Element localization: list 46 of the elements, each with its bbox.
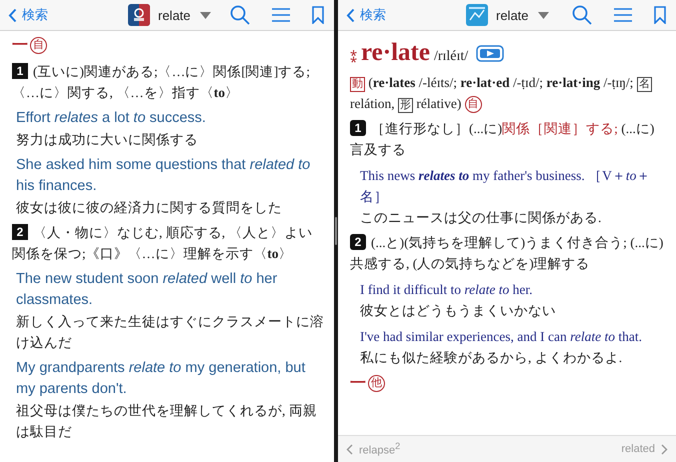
pronunciation: /rɪléɪt/ — [434, 48, 468, 66]
example-sentence: She asked him some questions that related to his finances. — [16, 156, 312, 196]
menu-icon[interactable] — [272, 8, 290, 22]
chevron-left-icon — [346, 444, 353, 454]
translation-text: 彼女とはどうもうまくいかない — [360, 302, 557, 320]
translation-text: 私にも似た経験があるから, よくわかるよ. — [360, 349, 624, 367]
definition-text: 2 〈人・物に〉なじむ, 順応する, 〈人と〉よい関係を保つ;《口》〈…に〉理解を示す〈to〉 — [12, 223, 314, 263]
bookmark-icon[interactable] — [654, 6, 666, 24]
example-sentence: This news relates to my father's business. ［V＋to＋名］ — [360, 167, 652, 206]
section-dash: 一 — [12, 36, 28, 56]
app-icon[interactable] — [128, 4, 150, 26]
back-button[interactable]: 検索 — [8, 6, 128, 24]
back-button[interactable]: 検索 — [346, 6, 466, 24]
headword: re·late — [361, 38, 430, 68]
previous-entry-link[interactable]: relapse$^{2}$ — [346, 441, 400, 457]
next-entry-link[interactable]: related — [621, 443, 668, 455]
circled-label: 他 — [368, 374, 385, 392]
bookmark-icon[interactable] — [312, 6, 324, 24]
example-sentence: I find it difficult to relate to her. — [360, 281, 534, 299]
chevron-left-icon — [346, 8, 355, 22]
chevron-right-icon — [661, 444, 668, 454]
translation-text: このニュースは父の仕事に関係がある. — [360, 209, 602, 227]
menu-icon[interactable] — [614, 8, 632, 22]
definition-text: 1 ［進行形なし］(...に)関係［関連］する; (...に)言及する — [350, 119, 656, 159]
translation-text: 祖父母は僕たちの世代を理解してくれるが, 両親は駄目だ — [16, 402, 318, 441]
definition-text: 2 (...と)(気持ちを理解して)うまく付き合う; (...に)共感する, (人の気持ちなどを)理解する — [350, 233, 664, 273]
caret-down-icon — [200, 12, 211, 18]
translation-text: 彼女は彼に彼の経済力に関する質問をした — [16, 199, 283, 217]
example-sentence: Effort relates a lot to success. — [16, 109, 207, 128]
chevron-left-icon — [8, 8, 17, 22]
example-sentence: My grandparents relate to my generation, but my parents don't. — [16, 359, 306, 399]
play-icon[interactable] — [476, 44, 504, 62]
definition-text: 1 (互いに)関連がある;〈…に〉関係[関連]する;〈…に〉関する, 〈…を〉指す〈to〉 — [12, 62, 311, 102]
level-mark: ⁑ — [350, 47, 357, 65]
example-sentence: I've had similar experiences, and I can relate to that. — [360, 328, 643, 346]
word-dropdown[interactable]: relate — [158, 8, 211, 22]
translation-text: 努力は成功に大いに関係する — [16, 131, 199, 149]
search-icon[interactable] — [572, 5, 592, 25]
caret-down-icon — [538, 12, 549, 18]
inflection-text: 動 (re·lates /-léɪts/; re·lat·ed /-ṭɪd/; re·lat·ing /-ṭɪŋ/; 名 relátion, 形 rélative) 自 — [350, 72, 666, 114]
word-dropdown[interactable]: relate — [496, 8, 549, 22]
example-sentence: The new student soon related well to her classmates. — [16, 270, 278, 310]
search-icon[interactable] — [230, 5, 250, 25]
circled-label: 自 — [30, 36, 47, 54]
section-dash: 一 — [350, 374, 366, 394]
translation-text: 新しく入って来た生徒はすぐにクラスメートに溶け込んだ — [16, 313, 324, 352]
